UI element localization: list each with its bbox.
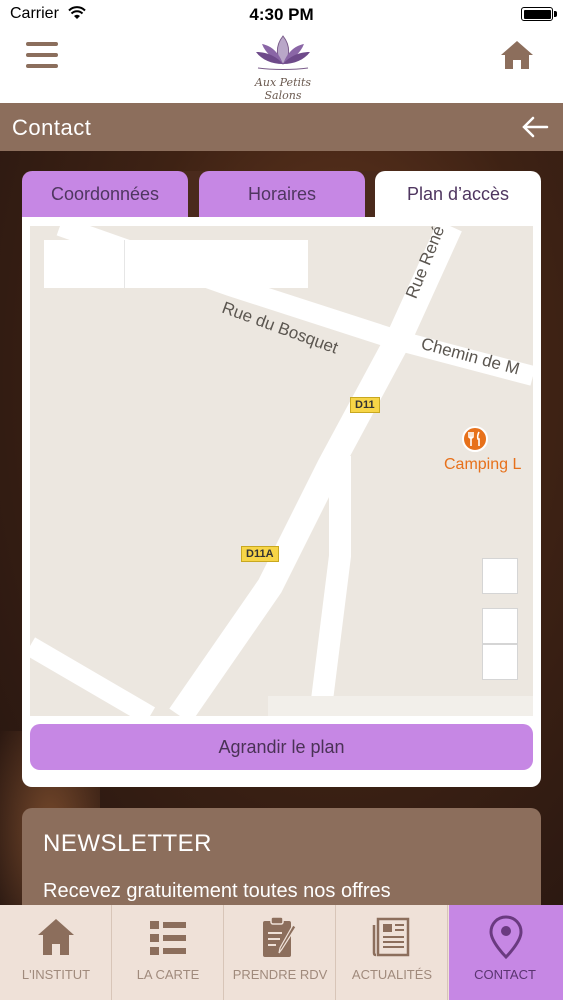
newsletter-text: Recevez gratuitement toutes nos offres bbox=[43, 880, 391, 902]
newsletter-title: NEWSLETTER bbox=[43, 830, 213, 857]
logo-text: Aux Petits Salons bbox=[254, 76, 312, 102]
clipboard-edit-icon bbox=[263, 916, 297, 957]
battery-tip bbox=[554, 11, 557, 17]
newspaper-icon bbox=[372, 917, 410, 957]
status-bar: Carrier 4:30 PM bbox=[0, 0, 563, 30]
nav-label-actualites: ACTUALITÉS bbox=[351, 967, 433, 982]
road-badge-d11a: D11A bbox=[241, 546, 279, 562]
nav-item-contact[interactable]: CONTACT bbox=[449, 905, 563, 1000]
map-view[interactable]: Rue du Bosquet Rue René Chemin de M D11 … bbox=[30, 226, 533, 716]
nav-label-contact: CONTACT bbox=[474, 967, 536, 982]
nav-item-carte[interactable]: LA CARTE bbox=[112, 905, 224, 1000]
battery-icon bbox=[521, 7, 553, 21]
nav-item-rdv[interactable]: PRENDRE RDV bbox=[224, 905, 336, 1000]
map-info-box bbox=[44, 240, 308, 288]
contact-card: Coordonnées Horaires Plan d’accès Rue du… bbox=[22, 171, 541, 787]
app-header: Aux Petits Salons bbox=[0, 30, 563, 103]
tab-plan-acces[interactable]: Plan d’accès bbox=[375, 171, 541, 217]
enlarge-map-button[interactable]: Agrandir le plan bbox=[30, 724, 533, 770]
tab-horaires[interactable]: Horaires bbox=[199, 171, 365, 217]
nav-label-carte: LA CARTE bbox=[136, 967, 200, 982]
hamburger-menu-icon[interactable] bbox=[26, 42, 60, 70]
map-locate-button[interactable] bbox=[482, 558, 518, 594]
clock: 4:30 PM bbox=[249, 5, 314, 24]
map-info-divider bbox=[124, 240, 125, 288]
nav-label-rdv: PRENDRE RDV bbox=[232, 967, 328, 982]
restaurant-icon[interactable] bbox=[462, 426, 488, 452]
page-title: Contact bbox=[12, 115, 92, 140]
list-icon bbox=[150, 921, 186, 955]
page-title-bar: Contact bbox=[0, 103, 563, 151]
home-icon[interactable] bbox=[499, 38, 535, 72]
brand-logo[interactable]: Aux Petits Salons bbox=[238, 30, 328, 102]
nav-label-institut: L'INSTITUT bbox=[21, 967, 91, 982]
map-zoom-out-button[interactable] bbox=[482, 644, 518, 680]
arrow-left-icon[interactable] bbox=[521, 115, 549, 139]
nav-item-actualites[interactable]: ACTUALITÉS bbox=[336, 905, 448, 1000]
nav-item-institut[interactable]: L'INSTITUT bbox=[0, 905, 112, 1000]
road-badge-d11: D11 bbox=[350, 397, 380, 413]
home-icon bbox=[38, 919, 74, 955]
map-zoom-in-button[interactable] bbox=[482, 608, 518, 644]
tab-coordonnees[interactable]: Coordonnées bbox=[22, 171, 188, 217]
lotus-icon bbox=[256, 35, 310, 70]
bottom-nav: L'INSTITUT LA CARTE PRENDRE RDV ACTUALIT… bbox=[0, 905, 563, 1000]
location-pin-icon bbox=[489, 915, 523, 960]
poi-label: Camping L bbox=[444, 456, 522, 473]
